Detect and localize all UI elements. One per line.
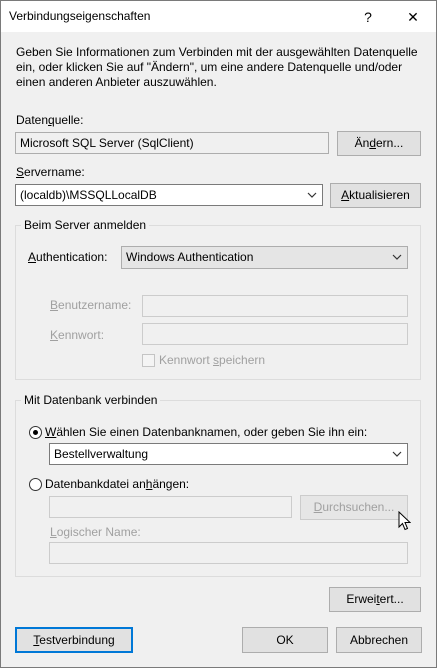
help-icon: ? xyxy=(364,9,372,25)
change-button[interactable]: Ändern... xyxy=(337,131,421,156)
database-group-title: Mit Datenbank verbinden xyxy=(21,393,161,407)
help-button[interactable]: ? xyxy=(346,2,390,32)
login-group-title: Beim Server anmelden xyxy=(21,218,150,232)
browse-button[interactable]: Durchsuchen... xyxy=(300,495,408,520)
database-name-combobox[interactable]: Bestellverwaltung xyxy=(49,443,408,465)
close-button[interactable]: ✕ xyxy=(391,2,435,32)
attach-file-radio[interactable] xyxy=(29,478,42,491)
attach-file-label: Datenbankdatei anhängen: xyxy=(45,477,190,491)
logical-name-label: Logischer Name: xyxy=(50,525,141,539)
radio-selected-dot xyxy=(33,430,38,435)
database-name-value: Bestellverwaltung xyxy=(54,447,149,461)
select-database-label: Wählen Sie einen Datenbanknamen, oder ge… xyxy=(45,425,368,439)
servername-label: Servername: xyxy=(16,165,85,179)
refresh-button[interactable]: Aktualisieren xyxy=(330,183,421,208)
chevron-down-icon xyxy=(307,192,317,198)
datasource-field: Microsoft SQL Server (SqlClient) xyxy=(15,132,329,154)
username-label: Benutzername: xyxy=(50,298,132,312)
test-connection-button[interactable]: Testverbindung xyxy=(15,627,133,653)
select-database-radio[interactable] xyxy=(29,426,42,439)
password-label: Kennwort: xyxy=(50,328,105,342)
authentication-value: Windows Authentication xyxy=(126,250,254,264)
authentication-combobox[interactable]: Windows Authentication xyxy=(121,246,408,269)
attach-file-input[interactable] xyxy=(49,496,292,518)
chevron-down-icon xyxy=(392,254,402,260)
close-icon: ✕ xyxy=(407,8,419,25)
password-input[interactable] xyxy=(142,323,408,345)
authentication-label: Authentication: xyxy=(28,250,108,264)
ok-button[interactable]: OK xyxy=(242,627,328,653)
servername-combobox[interactable]: (localdb)\MSSQLLocalDB xyxy=(15,184,323,206)
advanced-button[interactable]: Erweitert... xyxy=(329,587,421,612)
chevron-down-icon xyxy=(392,451,402,457)
username-input[interactable] xyxy=(142,295,408,317)
save-password-label: Kennwort speichern xyxy=(159,353,266,367)
description-text: Geben Sie Informationen zum Verbinden mi… xyxy=(16,45,418,89)
datasource-label: Datenquelle: xyxy=(16,113,84,127)
logical-name-input[interactable] xyxy=(49,542,408,564)
window-title: Verbindungseigenschaften xyxy=(9,9,151,23)
mouse-cursor-icon xyxy=(398,511,411,531)
title-bar: Verbindungseigenschaften ? ✕ xyxy=(1,1,436,32)
servername-value: (localdb)\MSSQLLocalDB xyxy=(20,188,157,202)
save-password-checkbox[interactable] xyxy=(142,354,155,367)
cancel-button[interactable]: Abbrechen xyxy=(336,627,422,653)
